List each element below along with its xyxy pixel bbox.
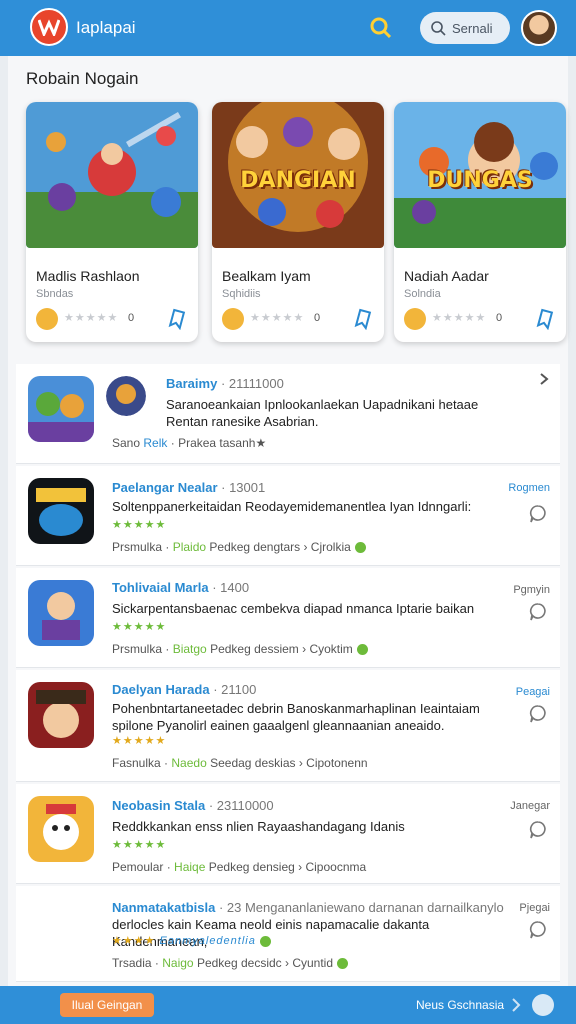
medal-icon — [222, 308, 244, 330]
comment-icon[interactable] — [528, 504, 548, 524]
medal-icon — [404, 308, 426, 330]
compass-icon[interactable] — [532, 994, 554, 1016]
game-art-image: DANGIAN — [212, 102, 384, 248]
top-app-bar: Iaplapai Sernali — [0, 0, 576, 56]
list-item[interactable]: Neobasin Stala · 23110000 Reddkkankan en… — [16, 784, 560, 884]
featured-card[interactable]: DANGIAN Bealkam Iyam Sqhidiis ★★★★★ 0 — [212, 102, 384, 342]
list-item[interactable]: Daelyan Harada · 21100 Pohenbntartaneeta… — [16, 670, 560, 782]
rating-stars: ★★★★★ — [432, 312, 487, 324]
art-title-text: DUNGAS — [427, 168, 533, 193]
featured-card[interactable]: DUNGAS Nadiah Aadar Solndia ★★★★★ 0 — [394, 102, 566, 342]
rating-stars: ★★★★★ — [64, 312, 119, 324]
list-item-footer: Fasnulka · Naedo Seedag deskias › Cipoto… — [112, 756, 368, 770]
list-item-footer: Prsmulka · Plaido Pedkeg dengtars › Cjro… — [112, 540, 366, 554]
rating-stars: ★★★★★ — [112, 519, 167, 531]
game-art-image — [26, 102, 198, 248]
search-pill-icon — [431, 21, 446, 36]
list-item-description: Reddkkankan enss nlien Rayaashandagang I… — [112, 819, 405, 834]
character-avatar-icon — [106, 376, 146, 416]
bottom-action-button[interactable]: Ilual Geingan — [60, 993, 154, 1017]
game-art-image: DUNGAS — [394, 102, 566, 248]
game-icon — [28, 580, 94, 646]
game-icon — [28, 682, 94, 748]
list-item-footer: Sano Relk · Prakea tasanh★ — [112, 436, 267, 450]
card-title: Madlis Rashlaon — [36, 268, 140, 284]
list-item-description: Saranoeankaian Ipnlookanlaekan Uapadnika… — [166, 397, 479, 429]
medal-icon — [36, 308, 58, 330]
bookmark-icon[interactable] — [352, 308, 374, 330]
game-icon — [28, 376, 94, 442]
app-title: Iaplapai — [76, 18, 136, 37]
bookmark-icon[interactable] — [166, 308, 188, 330]
list-item[interactable]: Baraimy · 21111000 Saranoeankaian Ipnloo… — [16, 364, 560, 464]
user-avatar-icon[interactable] — [521, 10, 557, 46]
section-title: Robain Nogain — [26, 69, 139, 88]
list-item-title: Neobasin Stala · 23110000 — [112, 798, 274, 813]
list-item-title: Baraimy · 21111000 — [166, 376, 284, 391]
art-title-text: DANGIAN — [240, 168, 356, 193]
list-item-footer: Trsadia · Naigo Pedkeg decsidc › Cyuntid — [112, 956, 349, 970]
rating-stars: ★★★★★ — [112, 621, 167, 633]
list-item-side-label[interactable]: Pjegai — [519, 902, 550, 914]
list-item-footer: Prsmulka · Biatgo Pedkeg dessiem › Cyokt… — [112, 642, 368, 656]
rating-stars: ★★★★★ — [112, 735, 167, 747]
verified-icon — [337, 958, 349, 970]
list-item-title: Nanmatakatbisla · 23 Mengananlaniewano d… — [112, 900, 504, 915]
list-item-description: Sickarpentansbaenac cembekva diapad nman… — [112, 601, 475, 616]
game-icon — [28, 796, 94, 862]
list-item-side-label[interactable]: Rogmen — [508, 482, 550, 494]
list-item-description: Pohenbntartaneetadec debrin Banoskanmarh… — [112, 701, 480, 733]
verified-icon — [356, 644, 368, 656]
brand-logo-icon[interactable] — [30, 8, 68, 46]
card-subtitle: Sqhidiis — [222, 288, 261, 300]
verified-icon — [354, 542, 366, 554]
list-item-side-label[interactable]: Peagai — [516, 686, 550, 698]
comment-icon[interactable] — [528, 920, 548, 940]
chevron-right-icon[interactable] — [538, 372, 550, 386]
list-item-title: Tohlivaial Marla · 1400 — [112, 580, 250, 595]
rating-stars: ★★★★ Eanmyaledentlia — [112, 934, 271, 947]
verified-icon — [259, 935, 271, 947]
list-item-side-label[interactable]: Janegar — [510, 800, 550, 812]
bottom-bar: Ilual Geingan Neus Gschnasia — [0, 986, 576, 1024]
card-subtitle: Solndia — [404, 288, 441, 300]
list-item[interactable]: Paelangar Nealar · 13001 Soltenppanerkei… — [16, 466, 560, 566]
featured-card[interactable]: Madlis Rashlaon Sbndas ★★★★★ 0 — [26, 102, 198, 342]
rating-count: 0 — [128, 312, 135, 324]
comment-icon[interactable] — [528, 820, 548, 840]
card-title: Nadiah Aadar — [404, 268, 489, 284]
search-icon[interactable] — [368, 15, 394, 41]
main-content: Robain Nogain Madlis Rashlaon Sbndas ★★★… — [8, 56, 568, 986]
list-item-side-label[interactable]: Pgmyin — [513, 584, 550, 596]
list-item-title: Paelangar Nealar · 13001 — [112, 480, 266, 495]
chevron-right-icon[interactable] — [511, 997, 521, 1013]
rating-stars: ★★★★★ — [250, 312, 305, 324]
rating-stars: ★★★★★ — [112, 839, 167, 851]
list-item[interactable]: Tohlivaial Marla · 1400 Sickarpentansbae… — [16, 568, 560, 668]
comment-icon[interactable] — [528, 704, 548, 724]
search-placeholder: Sernali — [452, 20, 493, 36]
list-item[interactable]: Nanmatakatbisla · 23 Mengananlaniewano d… — [16, 886, 560, 982]
game-icon — [28, 478, 94, 544]
card-title: Bealkam Iyam — [222, 268, 311, 284]
card-subtitle: Sbndas — [36, 288, 74, 300]
list-item-footer: Pemoular · Haiqe Pedkeg densieg › Cipooc… — [112, 860, 367, 874]
list-item-description: Soltenppanerkeitaidan Reodayemidemanentl… — [112, 499, 472, 514]
bookmark-icon[interactable] — [534, 308, 556, 330]
comment-icon[interactable] — [528, 602, 548, 622]
search-input[interactable]: Sernali — [420, 12, 510, 44]
rating-count: 0 — [496, 312, 503, 324]
list-item-title: Daelyan Harada · 21100 — [112, 682, 257, 697]
rating-count: 0 — [314, 312, 321, 324]
bottom-link[interactable]: Neus Gschnasia — [416, 998, 504, 1012]
